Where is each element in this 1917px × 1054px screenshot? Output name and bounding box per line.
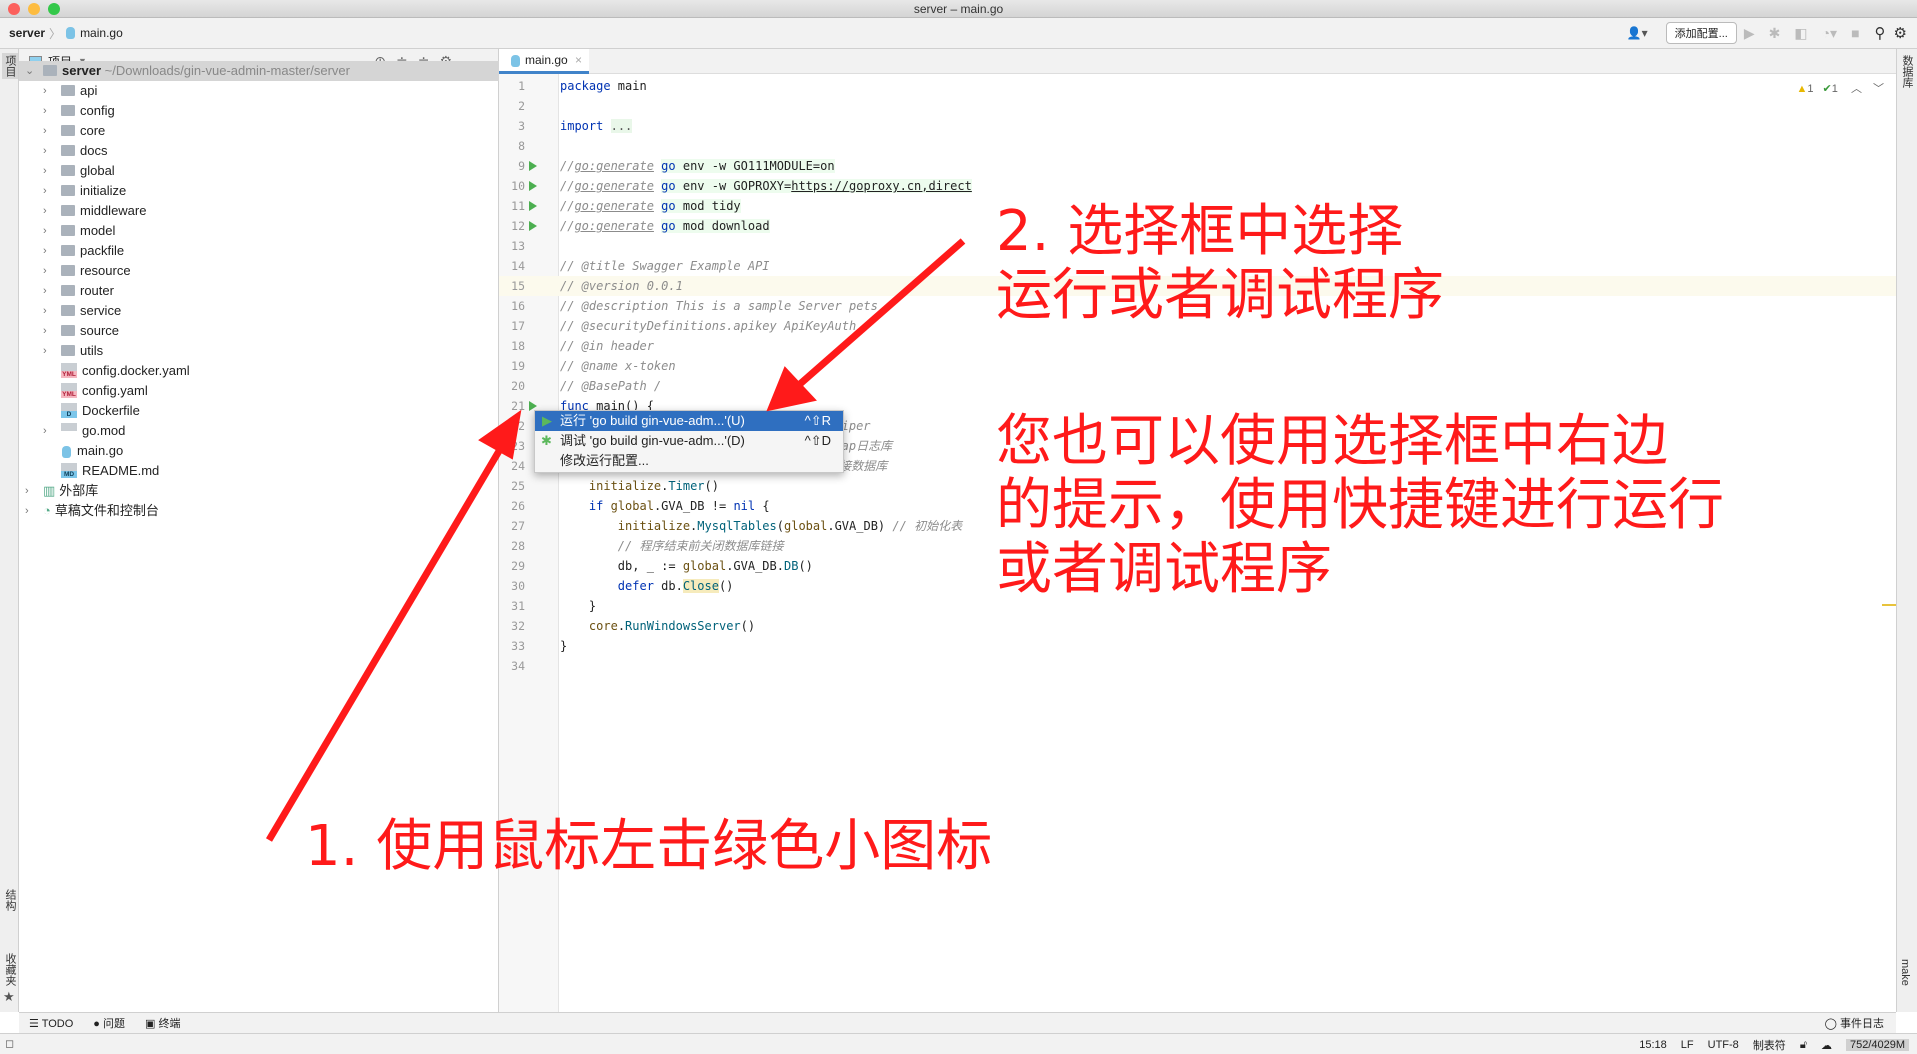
annotation-step2: 2. 选择框中选择 运行或者调试程序 [996,200,1444,328]
list-icon: ☰ [29,1017,42,1030]
file-encoding[interactable]: UTF-8 [1708,1039,1739,1051]
arrow-step1-head [478,409,522,460]
arrow-step1-shaft [265,444,506,842]
todo-tool-button[interactable]: ☰ TODO [29,1017,73,1030]
annotation-tip: 您也可以使用选择框中右边 的提示，使用快捷键进行运行 或者调试程序 [996,410,1724,602]
annotation-text: 运行或者调试程序 [996,263,1444,328]
annotation-text: 您也可以使用选择框中右边 [996,409,1668,474]
annotation-text: 2. 选择框中选择 [996,199,1404,264]
problems-tool-button[interactable]: ● 问题 [93,1015,125,1031]
terminal-icon: ▣ [145,1018,159,1030]
indent-setting[interactable]: 制表符 [1753,1037,1786,1053]
event-log-button[interactable]: ◯ 事件日志 [1825,1015,1884,1031]
cloud-settings-icon[interactable]: ☁ [1821,1039,1832,1052]
problems-icon: ● [93,1018,103,1030]
tool-window-bar: ☰ TODO ● 问题 ▣ 终端 ◯ 事件日志 [19,1012,1896,1033]
lock-icon[interactable]: 🔓︎ [1800,1039,1807,1052]
line-separator[interactable]: LF [1681,1039,1694,1051]
terminal-tool-button[interactable]: ▣ 终端 [145,1015,180,1031]
caret-position[interactable]: 15:18 [1639,1039,1667,1051]
annotation-text: 或者调试程序 [996,537,1332,602]
toggle-tool-windows-icon[interactable]: ◻ [5,1037,14,1050]
annotation-text: 的提示，使用快捷键进行运行 [996,473,1724,538]
annotation-step1: 1. 使用鼠标左击绿色小图标 [305,814,993,879]
arrow-step2-shaft [797,238,966,387]
event-log-icon: ◯ [1824,1018,1840,1030]
memory-indicator[interactable]: 752/4029M [1845,1039,1909,1051]
status-bar: ◻ 15:18 LF UTF-8 制表符 🔓︎ ☁ 752/4029M [0,1033,1917,1054]
